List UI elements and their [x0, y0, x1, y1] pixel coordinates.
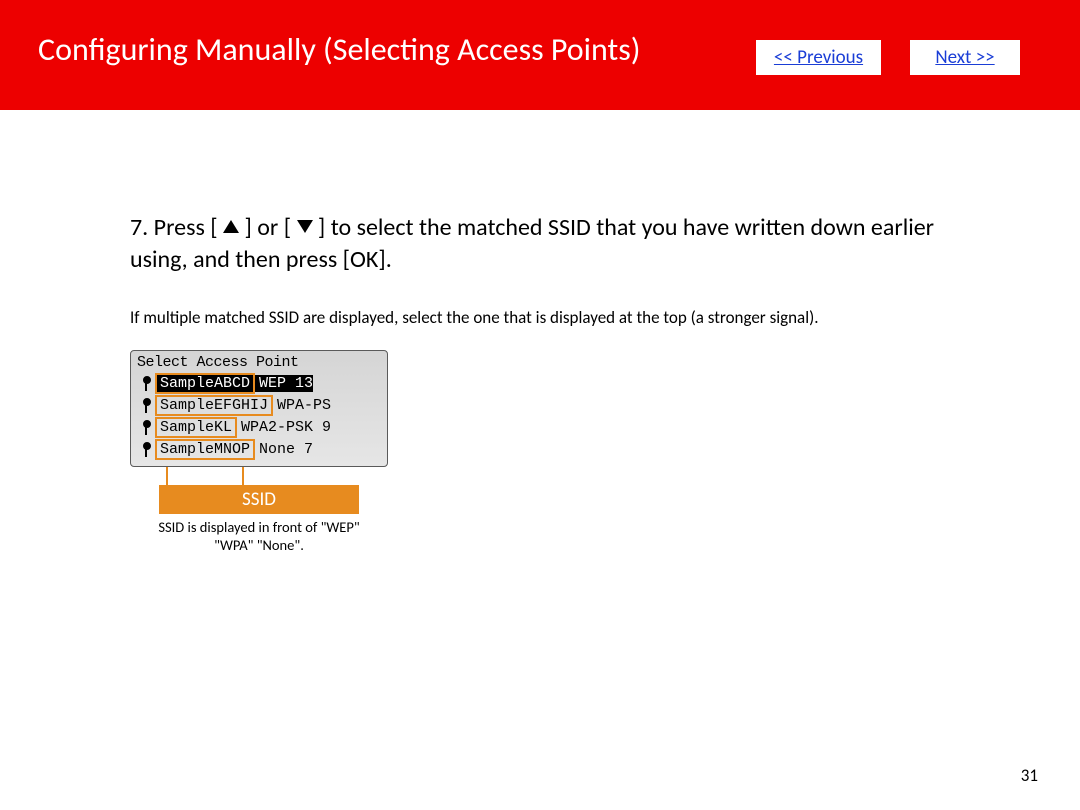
page-number: 31 [1021, 765, 1038, 786]
up-triangle-icon [223, 220, 239, 233]
lcd-row: SampleABCD WEP 13 [134, 373, 384, 395]
signal-icon [137, 443, 155, 457]
instr-mid: ] or [ [239, 213, 296, 242]
lcd-title: Select Access Point [134, 354, 384, 373]
callout-connector [204, 485, 206, 495]
ssid-cell: SampleABCD [155, 373, 255, 394]
down-triangle-icon [297, 220, 313, 233]
security-cell: WPA2-PSK 9 [237, 419, 331, 436]
ssid-cell: SampleKL [155, 417, 237, 438]
ssid-cell: SampleMNOP [155, 439, 255, 460]
instr-pre: Press [ [154, 213, 223, 242]
callout-text: SSID is displayed in front of "WEP" "WPA… [154, 518, 364, 554]
callout-connector [166, 467, 168, 485]
callout-label: SSID [159, 485, 359, 514]
security-cell: None 7 [255, 441, 313, 458]
security-cell: WPA-PS [273, 397, 331, 414]
signal-icon [137, 421, 155, 435]
ssid-callout: SSID SSID is displayed in front of "WEP"… [130, 485, 388, 554]
page-title: Configuring Manually (Selecting Access P… [38, 30, 640, 69]
security-cell: WEP 13 [255, 375, 313, 392]
lcd-row: SampleMNOP None 7 [134, 439, 384, 461]
ssid-cell: SampleEFGHIJ [155, 395, 273, 416]
lcd-row: SampleEFGHIJ WPA-PS [134, 395, 384, 417]
next-button[interactable]: Next >> [910, 40, 1020, 75]
previous-button[interactable]: << Previous [756, 40, 881, 75]
content-area: 7. Press [ ] or [ ] to select the matche… [130, 212, 950, 554]
step-instruction: 7. Press [ ] or [ ] to select the matche… [130, 212, 950, 277]
signal-icon [137, 377, 155, 391]
callout-connector [242, 467, 244, 485]
lcd-row: SampleKL WPA2-PSK 9 [134, 417, 384, 439]
header-bar: Configuring Manually (Selecting Access P… [0, 0, 1080, 110]
subnote: If multiple matched SSID are displayed, … [130, 307, 950, 328]
signal-icon [137, 399, 155, 413]
step-number: 7. [130, 213, 148, 242]
lcd-screen: Select Access Point SampleABCD WEP 13 Sa… [130, 350, 388, 467]
